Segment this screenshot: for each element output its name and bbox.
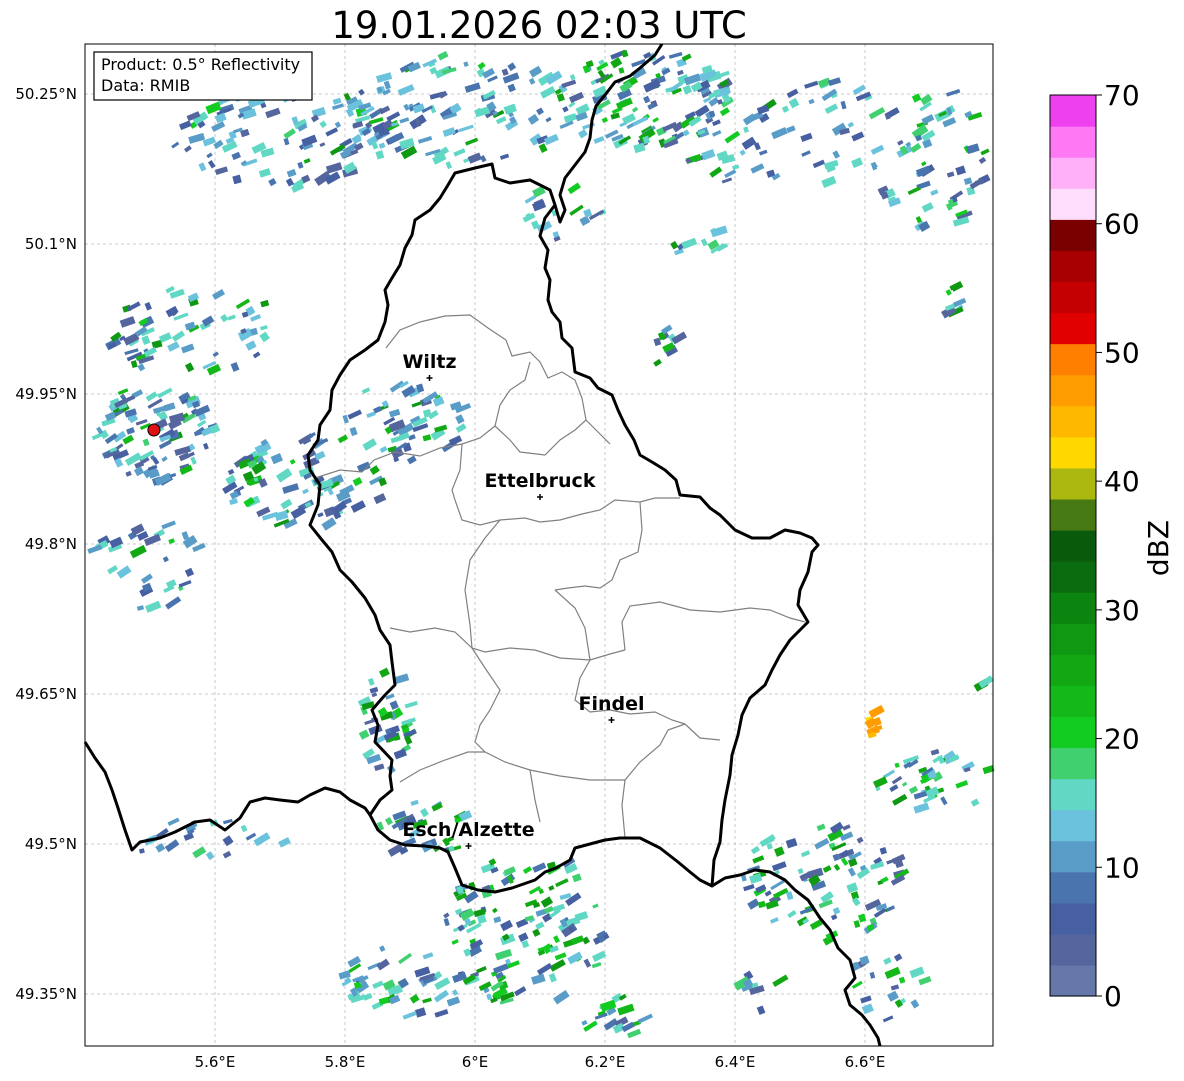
colorbar-band (1050, 902, 1096, 935)
radar-map-figure: Wiltz Ettelbruck Findel Esch/Alzette 50.25°… (15, 43, 1175, 1071)
lat-tick-label: 49.35°N (15, 985, 77, 1003)
colorbar: 0 10 20 30 40 50 60 70 (1049, 79, 1140, 1013)
colorbar-band (1050, 467, 1096, 500)
colorbar-band (1050, 871, 1096, 904)
lon-tick-label: 6.6°E (845, 1053, 886, 1071)
colorbar-band (1050, 778, 1096, 811)
info-product-text: Product: 0.5° Reflectivity (101, 55, 300, 74)
colorbar-band (1050, 654, 1096, 686)
colorbar-tick-label: 30 (1104, 594, 1140, 627)
colorbar-tick-label: 50 (1104, 336, 1140, 369)
info-box: Product: 0.5° Reflectivity Data: RMIB (93, 51, 313, 101)
colorbar-band (1050, 343, 1096, 376)
lat-tick-label: 49.95°N (15, 385, 77, 403)
colorbar-band (1050, 188, 1096, 220)
colorbar-band (1050, 250, 1096, 283)
lat-tick-label: 49.65°N (15, 685, 77, 703)
colorbar-band (1050, 716, 1096, 749)
colorbar-band (1050, 498, 1096, 531)
info-data-text: Data: RMIB (101, 76, 190, 95)
colorbar-band (1050, 685, 1096, 717)
colorbar-label: dBZ (1142, 520, 1175, 576)
colorbar-band (1050, 436, 1096, 469)
lon-tick-label: 6°E (462, 1053, 489, 1071)
colorbar-band (1050, 964, 1096, 997)
colorbar-band (1050, 157, 1096, 189)
colorbar-band (1050, 219, 1096, 251)
colorbar-band (1050, 281, 1096, 314)
colorbar-tick-label: 10 (1104, 851, 1140, 884)
colorbar-tick-label: 20 (1104, 723, 1140, 756)
colorbar-band (1050, 561, 1096, 593)
radar-site-marker (147, 423, 161, 437)
colorbar-band (1050, 592, 1096, 624)
colorbar-tick-label: 40 (1104, 465, 1140, 498)
lat-tick-label: 49.8°N (25, 535, 77, 553)
colorbar-band (1050, 933, 1096, 966)
longitude-labels: 5.6°E 5.8°E 6°E 6.2°E 6.4°E 6.6°E (195, 1053, 886, 1071)
lon-tick-label: 6.2°E (585, 1053, 626, 1071)
lon-tick-label: 6.4°E (715, 1053, 756, 1071)
colorbar-band (1050, 840, 1096, 873)
lat-tick-label: 49.5°N (25, 835, 77, 853)
colorbar-band (1050, 312, 1096, 345)
lat-tick-label: 50.1°N (25, 235, 77, 253)
latitude-labels: 50.25°N 50.1°N 49.95°N 49.8°N 49.65°N 49.5°N 4… (15, 85, 77, 1003)
city-label: Findel (578, 693, 644, 715)
colorbar-tick-label: 0 (1104, 980, 1122, 1013)
lat-tick-label: 50.25°N (15, 85, 77, 103)
city-label: Wiltz (402, 351, 456, 373)
colorbar-band (1050, 529, 1096, 562)
city-label: Esch/Alzette (402, 819, 534, 841)
colorbar-band (1050, 623, 1096, 655)
colorbar-band (1050, 747, 1096, 780)
lon-tick-label: 5.8°E (325, 1053, 366, 1071)
colorbar-band (1050, 126, 1096, 158)
colorbar-tick-label: 60 (1104, 208, 1140, 241)
colorbar-tick-label: 70 (1104, 79, 1140, 112)
colorbar-band (1050, 809, 1096, 842)
city-label: Ettelbruck (485, 470, 596, 492)
colorbar-band (1050, 95, 1096, 127)
colorbar-band (1050, 374, 1096, 407)
colorbar-band (1050, 405, 1096, 438)
lon-tick-label: 5.6°E (195, 1053, 236, 1071)
